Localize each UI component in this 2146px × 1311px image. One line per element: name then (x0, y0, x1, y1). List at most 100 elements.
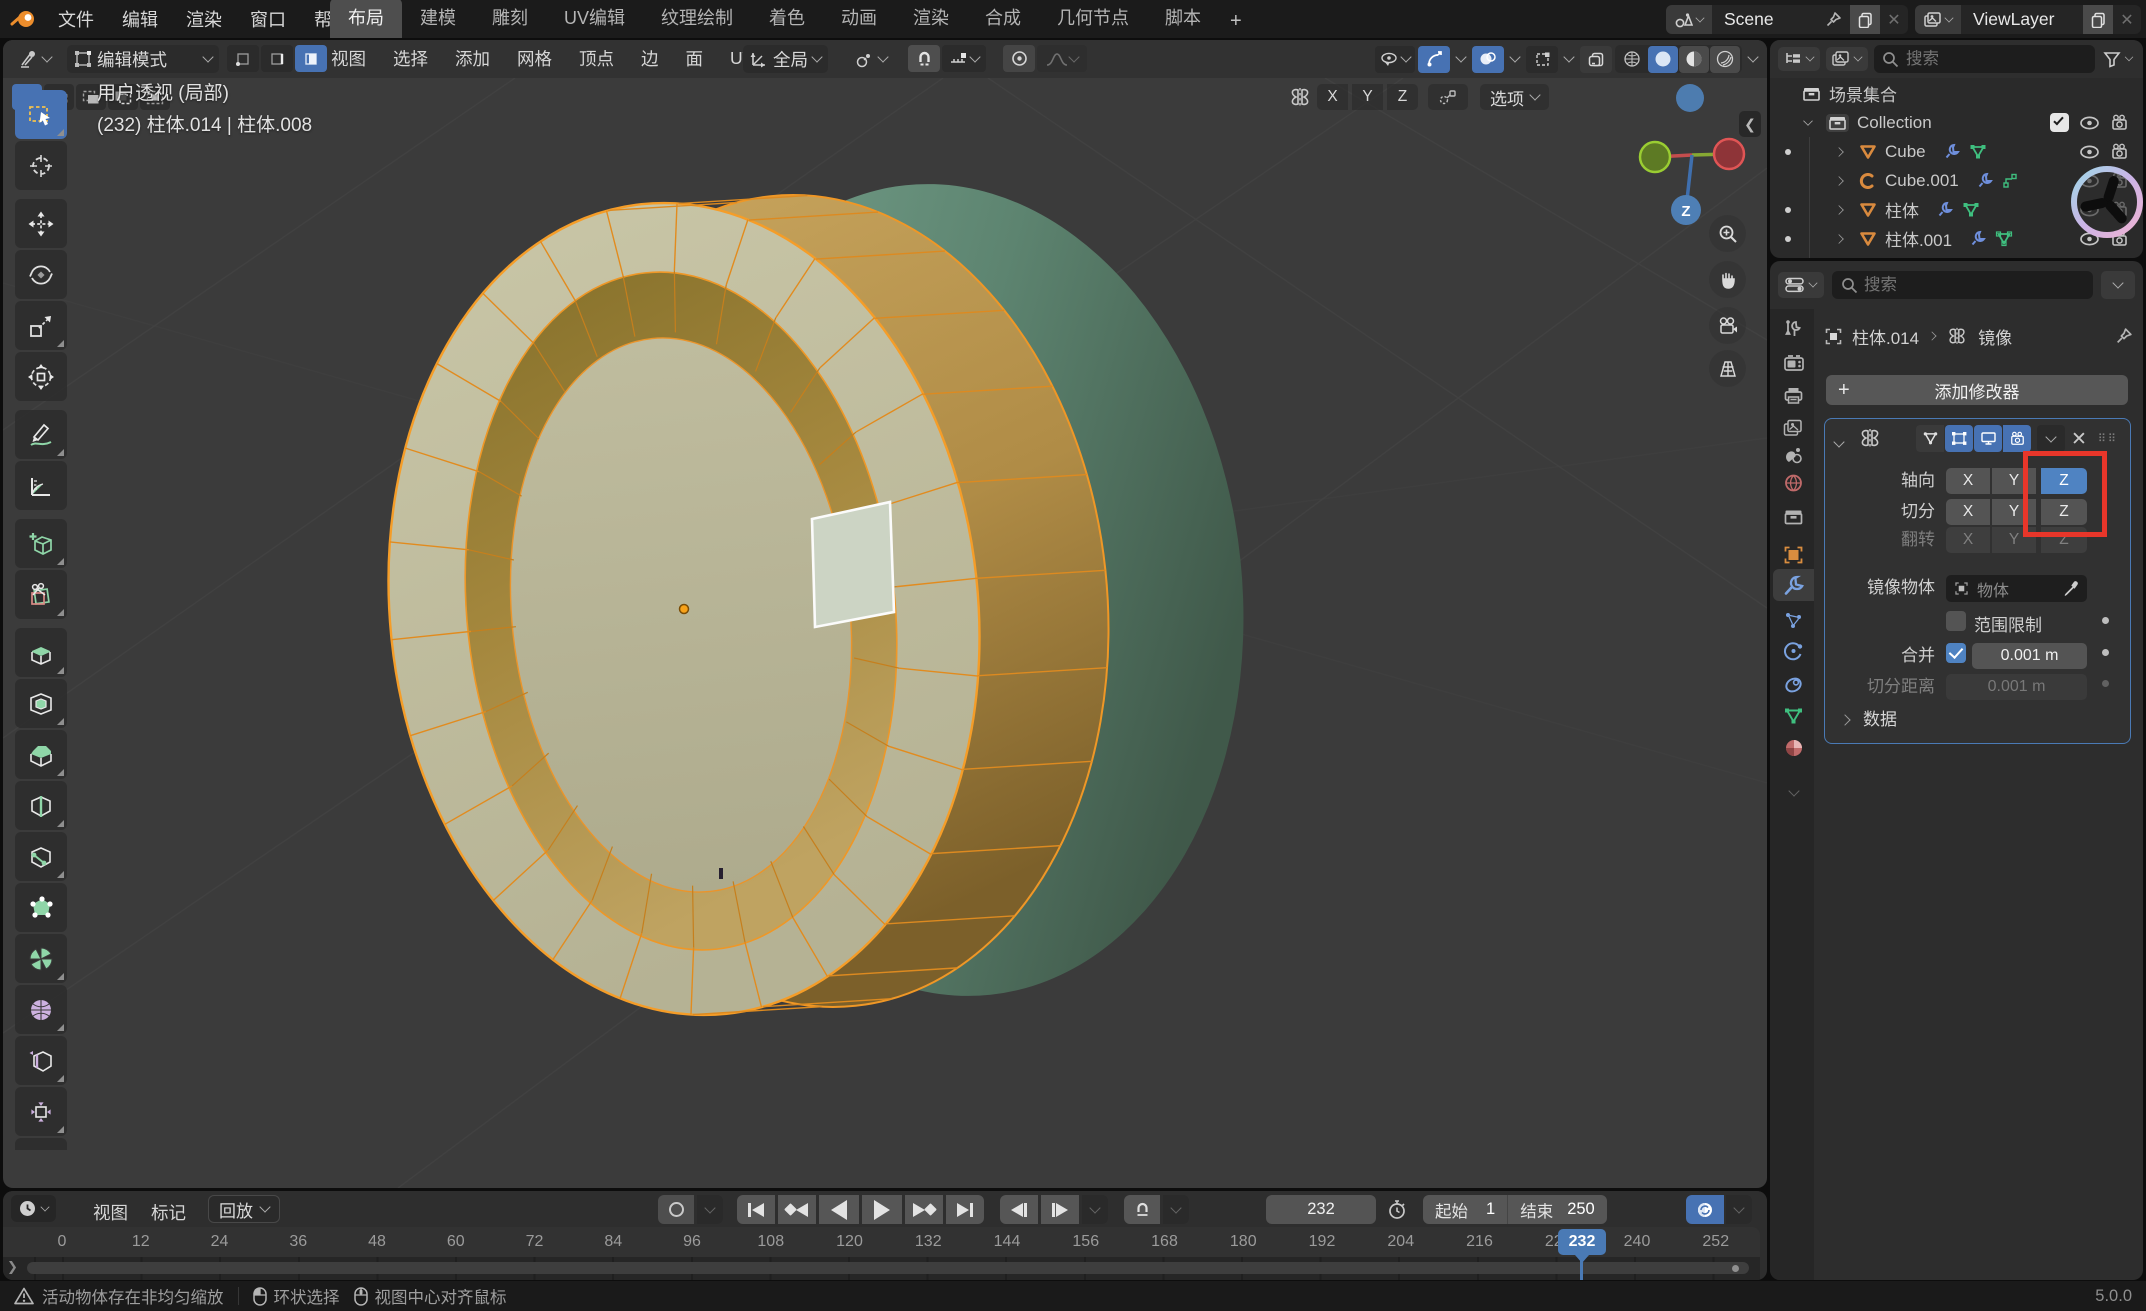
tool-extrude[interactable] (15, 628, 67, 677)
outliner-filter-mode[interactable] (1826, 47, 1868, 71)
modifier-extras-button[interactable] (2037, 425, 2065, 452)
sidebar-toggle[interactable]: ❮ (1739, 111, 1761, 137)
jump-to-end-button[interactable] (946, 1195, 984, 1224)
workspace-tab[interactable]: 纹理绘制 (643, 0, 751, 38)
tabs-overflow-chevron[interactable] (1773, 777, 1814, 809)
viewport-menu-item[interactable]: 边 (639, 42, 661, 75)
breadcrumb-modifier[interactable]: 镜像 (1978, 324, 2012, 349)
drag-handle-icon[interactable]: ⠿⠿ (2098, 432, 2118, 445)
workspace-tab[interactable]: 几何节点 (1039, 0, 1147, 38)
timeline-ruler[interactable]: 0122436486072849610812013214415616818019… (3, 1227, 1760, 1257)
vertex-select-button[interactable] (227, 45, 259, 72)
playback-menu[interactable]: 回放 (208, 1195, 280, 1223)
workspace-tab[interactable]: 着色 (751, 0, 823, 38)
step-options-button[interactable] (1082, 1195, 1108, 1224)
rendered-shading-button[interactable] (1710, 46, 1740, 73)
current-frame-field[interactable]: 232 (1266, 1195, 1376, 1224)
disable-render-icon[interactable] (2110, 143, 2129, 160)
pin-icon[interactable] (1825, 11, 1842, 28)
pin-icon[interactable] (2115, 327, 2133, 345)
blender-logo-icon[interactable] (10, 8, 36, 30)
mirror-y-button[interactable]: Y (1352, 84, 1383, 110)
tool-smooth[interactable] (15, 985, 67, 1034)
tool-shrink-fatten[interactable] (15, 1087, 67, 1136)
solid-shading-button[interactable] (1648, 46, 1678, 73)
animate-dot[interactable] (2102, 680, 2109, 687)
data-section-label[interactable]: 数据 (1863, 705, 1897, 730)
tool-edge-slide[interactable] (15, 1036, 67, 1085)
proportional-falloff-button[interactable] (1037, 45, 1087, 72)
zoom-button[interactable] (1709, 215, 1746, 252)
topbar-menu-item[interactable]: 窗口 (236, 2, 300, 36)
proportional-editing-button[interactable] (1003, 45, 1035, 72)
unlink-scene-button[interactable]: ✕ (1880, 10, 1908, 30)
tool-add-primitive[interactable] (15, 519, 67, 568)
tab-collection[interactable] (1773, 501, 1814, 533)
show-on-cage-toggle[interactable] (1916, 425, 1944, 452)
hide-viewport-icon[interactable] (2079, 115, 2100, 131)
add-workspace-button[interactable]: + (1218, 6, 1254, 41)
topbar-menu-item[interactable]: 渲染 (172, 2, 236, 36)
camera-view-button[interactable] (1709, 307, 1746, 344)
expand-channels-arrow[interactable]: ❯ (7, 1259, 18, 1275)
remove-viewlayer-button[interactable]: ✕ (2113, 10, 2141, 30)
material-shading-button[interactable] (1679, 46, 1709, 73)
workspace-tab[interactable]: 布局 (330, 0, 402, 38)
animate-dot[interactable] (2102, 649, 2109, 656)
tab-render[interactable] (1773, 347, 1814, 379)
viewport-menu-item[interactable]: 面 (684, 42, 706, 75)
timeline-editor-type-button[interactable] (11, 1195, 56, 1222)
hide-viewport-icon[interactable] (2079, 144, 2100, 160)
face-select-button[interactable] (295, 45, 327, 72)
editor-type-button[interactable] (11, 45, 58, 73)
outliner-filter-button[interactable] (2101, 47, 2135, 72)
show-render-toggle[interactable] (2003, 425, 2031, 452)
scene-name[interactable]: Scene (1712, 9, 1825, 30)
tool-transform[interactable] (15, 352, 67, 401)
tool-measure[interactable] (15, 461, 67, 510)
tab-constraints[interactable] (1773, 669, 1814, 701)
workspace-tab[interactable]: 合成 (967, 0, 1039, 38)
gizmo-y-ball[interactable] (1714, 139, 1744, 169)
tool-move[interactable] (15, 199, 67, 248)
breadcrumb-object[interactable]: 柱体.014 (1852, 324, 1919, 349)
workspace-tab[interactable]: 脚本 (1147, 0, 1219, 38)
expand-icon[interactable] (1803, 116, 1813, 126)
tab-material[interactable] (1773, 732, 1814, 764)
outliner-display-mode[interactable] (1778, 47, 1820, 71)
timeline-strip[interactable]: ❯ (3, 1257, 1760, 1280)
viewport-menu-item[interactable]: 顶点 (577, 42, 616, 75)
new-viewlayer-button[interactable] (2083, 5, 2113, 34)
expand-icon[interactable] (1834, 176, 1844, 186)
options-button[interactable]: 选项 (1480, 84, 1549, 110)
tab-tool[interactable] (1773, 313, 1814, 345)
tab-particles[interactable] (1773, 605, 1814, 637)
viewport-menu-item[interactable]: 添加 (453, 42, 492, 75)
pan-button[interactable] (1709, 261, 1746, 298)
viewport-menu-item[interactable]: 网格 (515, 42, 554, 75)
end-frame-field[interactable]: 结束 250 (1508, 1195, 1607, 1224)
play-reverse-button[interactable] (819, 1195, 859, 1224)
transform-orientation[interactable]: 全局 (743, 45, 828, 73)
outliner-row-zhuti002-partial[interactable]: 柱体.002 (1770, 253, 2143, 258)
expand-icon[interactable] (1834, 147, 1844, 157)
expand-icon[interactable] (1834, 205, 1844, 215)
properties-options-button[interactable] (2101, 271, 2135, 299)
mirror-z-button[interactable]: Z (1387, 84, 1418, 110)
workspace-tab[interactable]: 渲染 (895, 0, 967, 38)
animate-dot[interactable] (2102, 617, 2109, 624)
previous-keyframe-button[interactable] (778, 1195, 816, 1224)
clipping-checkbox[interactable] (1946, 611, 1966, 631)
sync-options-button[interactable] (1726, 1195, 1752, 1224)
outliner-row-cube[interactable]: Cube (1770, 137, 2143, 166)
add-modifier-button[interactable]: + 添加修改器 (1826, 375, 2128, 405)
tool-shear[interactable] (15, 1138, 67, 1150)
tool-inset-faces[interactable] (15, 679, 67, 728)
tool-knife-project[interactable] (15, 570, 67, 619)
auto-keying-options-button[interactable] (697, 1195, 723, 1224)
merge-checkbox[interactable] (1946, 643, 1966, 663)
tool-annotate[interactable] (15, 410, 67, 459)
workspace-tab[interactable]: 动画 (823, 0, 895, 38)
edge-select-button[interactable] (261, 45, 293, 72)
workspace-tab[interactable]: 雕刻 (474, 0, 546, 38)
